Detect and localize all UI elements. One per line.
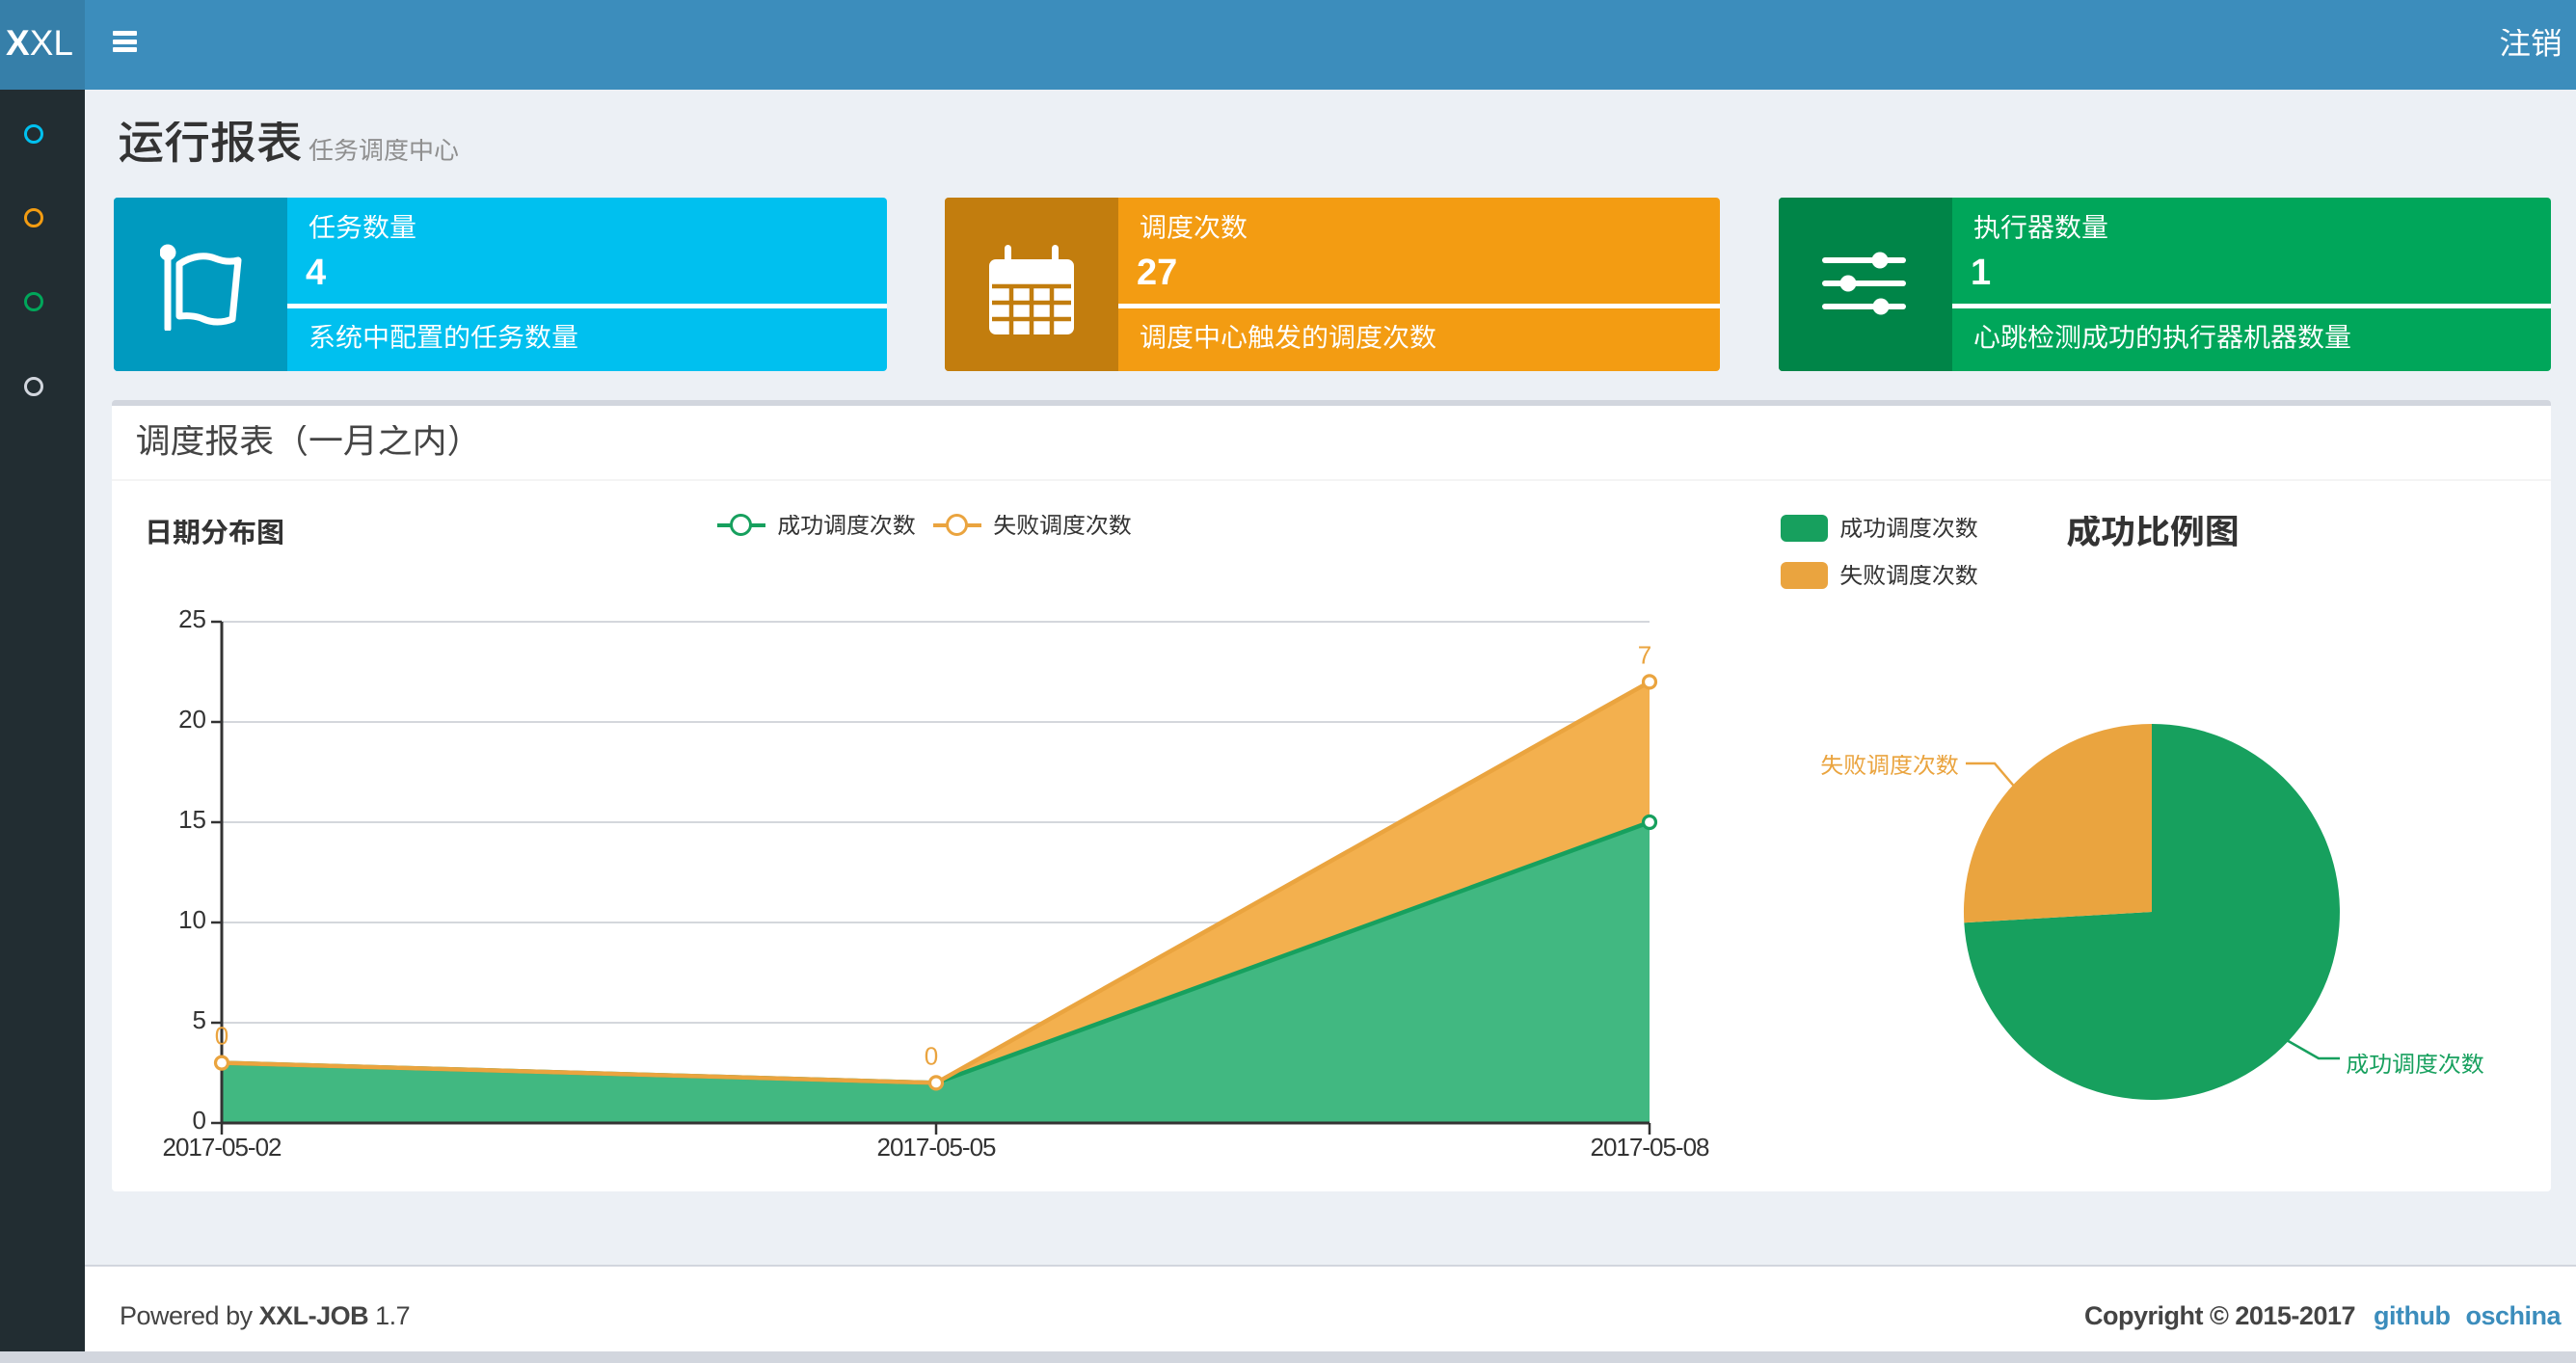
svg-text:2017-05-05: 2017-05-05 (877, 1133, 997, 1162)
svg-text:2017-05-02: 2017-05-02 (163, 1133, 282, 1162)
svg-text:5: 5 (193, 1005, 206, 1034)
svg-text:7: 7 (1638, 640, 1651, 669)
svg-text:25: 25 (178, 604, 206, 633)
svg-text:0: 0 (215, 1022, 228, 1051)
svg-text:2017-05-08: 2017-05-08 (1591, 1133, 1710, 1162)
svg-text:20: 20 (178, 705, 206, 734)
svg-text:0: 0 (193, 1106, 206, 1135)
svg-text:15: 15 (178, 805, 206, 834)
svg-text:0: 0 (925, 1041, 938, 1070)
svg-text:10: 10 (178, 905, 206, 934)
